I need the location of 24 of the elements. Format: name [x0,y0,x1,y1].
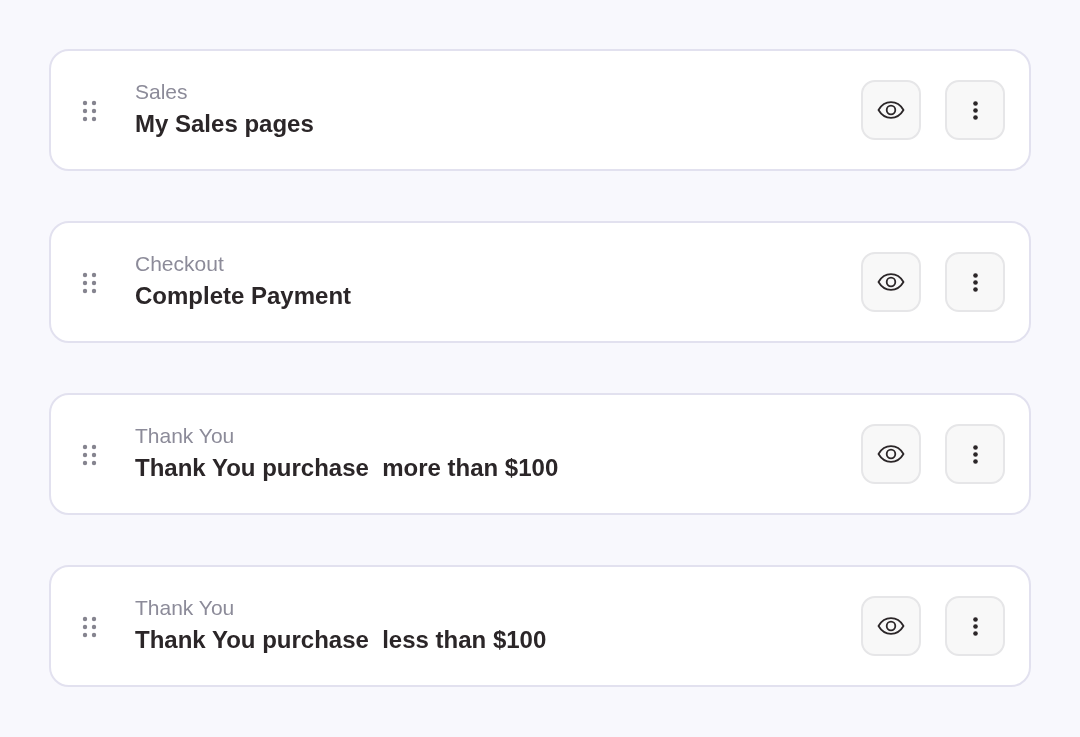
drag-handle-icon[interactable] [82,272,97,294]
preview-button[interactable] [861,252,921,312]
page-type-label: Thank You [135,424,235,448]
page-title: Thank You purchase less than $100 [135,626,547,654]
page-type-label: Sales [135,80,188,104]
more-vertical-icon [972,444,978,464]
preview-button[interactable] [861,424,921,484]
drag-handle-icon[interactable] [82,444,97,466]
more-vertical-icon [972,272,978,292]
preview-button[interactable] [861,596,921,656]
page-title: Complete Payment [135,282,352,310]
drag-handle-icon[interactable] [82,100,97,122]
eye-icon [877,101,905,119]
eye-icon [877,617,905,635]
preview-button[interactable] [861,80,921,140]
eye-icon [877,445,905,463]
more-vertical-icon [972,616,978,636]
more-vertical-icon [972,100,978,120]
page-title: My Sales pages [135,110,314,138]
page-type-label: Thank You [135,596,235,620]
eye-icon [877,273,905,291]
page-type-label: Checkout [135,252,224,276]
drag-handle-icon[interactable] [82,616,97,638]
page-title: Thank You purchase more than $100 [135,454,559,482]
